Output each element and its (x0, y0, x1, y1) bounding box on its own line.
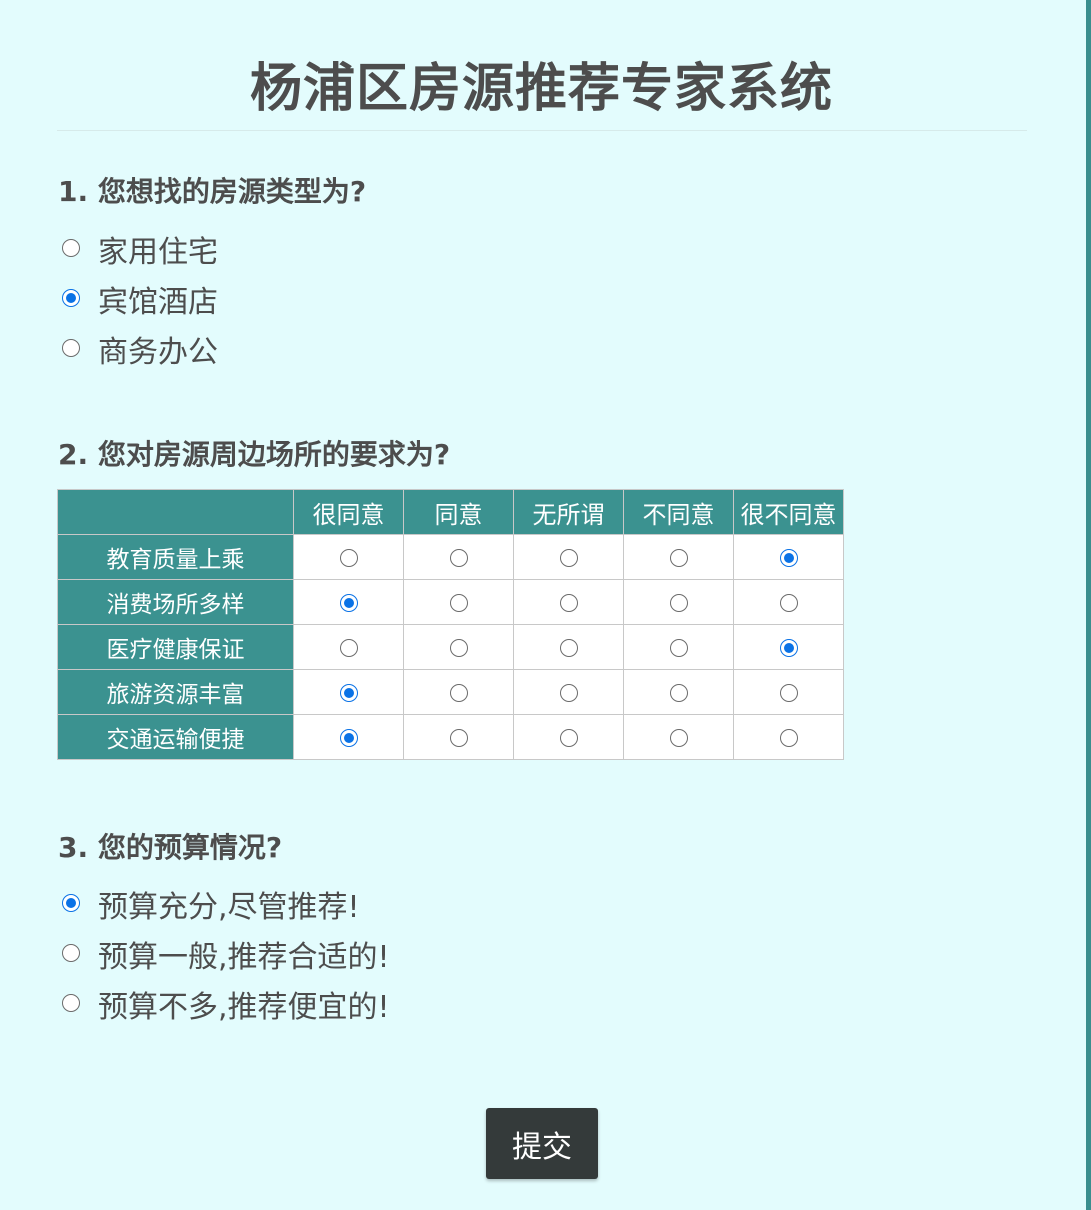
radio-button[interactable] (449, 728, 468, 747)
q1-option-residential[interactable]: 家用住宅 (62, 228, 218, 278)
matrix-cell[interactable] (623, 534, 734, 580)
radio-button[interactable] (449, 548, 468, 567)
matrix-cell[interactable] (733, 714, 844, 760)
matrix-header-row: 很同意 同意 无所谓 不同意 很不同意 (57, 489, 844, 535)
option-label: 家用住宅 (98, 235, 218, 270)
matrix-cell[interactable] (733, 534, 844, 580)
radio-button[interactable] (559, 728, 578, 747)
matrix-row-label: 消费场所多样 (57, 579, 294, 625)
radio-button[interactable] (779, 728, 798, 747)
radio-button[interactable] (62, 894, 80, 912)
radio-button[interactable] (669, 728, 688, 747)
q3-option-budget-moderate[interactable]: 预算一般,推荐合适的! (62, 933, 390, 983)
radio-button[interactable] (779, 593, 798, 612)
preference-matrix: 很同意 同意 无所谓 不同意 很不同意 教育质量上乘 消费场所多样 医疗健康保证 (57, 489, 844, 760)
matrix-column-header: 无所谓 (513, 489, 624, 535)
matrix-cell[interactable] (293, 534, 404, 580)
q1-option-hotel[interactable]: 宾馆酒店 (62, 278, 218, 328)
radio-button[interactable] (779, 638, 798, 657)
option-label: 预算不多,推荐便宜的! (98, 990, 390, 1025)
question-1-options: 家用住宅 宾馆酒店 商务办公 (62, 228, 218, 378)
matrix-cell[interactable] (403, 579, 514, 625)
question-3-title: 3. 您的预算情况? (58, 831, 283, 864)
radio-button[interactable] (559, 593, 578, 612)
radio-button[interactable] (779, 683, 798, 702)
radio-button[interactable] (339, 548, 358, 567)
matrix-row-education: 教育质量上乘 (57, 534, 844, 580)
matrix-row-shopping: 消费场所多样 (57, 579, 844, 625)
radio-button[interactable] (62, 239, 80, 257)
option-label: 预算一般,推荐合适的! (98, 940, 390, 975)
question-3-options: 预算充分,尽管推荐! 预算一般,推荐合适的! 预算不多,推荐便宜的! (62, 883, 390, 1033)
matrix-cell[interactable] (293, 624, 404, 670)
matrix-row-label: 旅游资源丰富 (57, 669, 294, 715)
option-label: 预算充分,尽管推荐! (98, 890, 360, 925)
radio-button[interactable] (779, 548, 798, 567)
radio-button[interactable] (62, 944, 80, 962)
matrix-cell[interactable] (513, 714, 624, 760)
radio-button[interactable] (559, 548, 578, 567)
option-label: 宾馆酒店 (98, 285, 218, 320)
matrix-cell[interactable] (513, 624, 624, 670)
radio-button[interactable] (339, 593, 358, 612)
matrix-cell[interactable] (623, 624, 734, 670)
matrix-cell[interactable] (293, 579, 404, 625)
option-label: 商务办公 (98, 335, 218, 370)
matrix-cell[interactable] (403, 624, 514, 670)
matrix-cell[interactable] (293, 669, 404, 715)
question-2-title: 2. 您对房源周边场所的要求为? (58, 438, 451, 471)
matrix-row-label: 医疗健康保证 (57, 624, 294, 670)
radio-button[interactable] (62, 339, 80, 357)
radio-button[interactable] (339, 728, 358, 747)
radio-button[interactable] (339, 683, 358, 702)
q3-option-budget-low[interactable]: 预算不多,推荐便宜的! (62, 983, 390, 1033)
matrix-row-transport: 交通运输便捷 (57, 714, 844, 760)
radio-button[interactable] (449, 638, 468, 657)
radio-button[interactable] (62, 289, 80, 307)
matrix-row-healthcare: 医疗健康保证 (57, 624, 844, 670)
matrix-cell[interactable] (403, 669, 514, 715)
page-title: 杨浦区房源推荐专家系统 (249, 58, 833, 119)
matrix-cell[interactable] (403, 714, 514, 760)
matrix-cell[interactable] (623, 669, 734, 715)
matrix-cell[interactable] (733, 624, 844, 670)
matrix-column-header: 不同意 (623, 489, 734, 535)
radio-button[interactable] (449, 593, 468, 612)
matrix-cell[interactable] (403, 534, 514, 580)
matrix-cell[interactable] (513, 579, 624, 625)
matrix-cell[interactable] (513, 669, 624, 715)
matrix-column-header: 很不同意 (733, 489, 844, 535)
radio-button[interactable] (669, 548, 688, 567)
matrix-cell[interactable] (733, 579, 844, 625)
matrix-corner-cell (57, 489, 294, 535)
radio-button[interactable] (449, 683, 468, 702)
radio-button[interactable] (669, 638, 688, 657)
q3-option-budget-ample[interactable]: 预算充分,尽管推荐! (62, 883, 390, 933)
radio-button[interactable] (559, 638, 578, 657)
q1-option-office[interactable]: 商务办公 (62, 328, 218, 378)
radio-button[interactable] (669, 593, 688, 612)
matrix-column-header: 同意 (403, 489, 514, 535)
matrix-cell[interactable] (623, 579, 734, 625)
question-1-title: 1. 您想找的房源类型为? (58, 175, 367, 208)
window-right-edge (1086, 0, 1091, 1210)
matrix-row-tourism: 旅游资源丰富 (57, 669, 844, 715)
radio-button[interactable] (559, 683, 578, 702)
radio-button[interactable] (669, 683, 688, 702)
matrix-cell[interactable] (623, 714, 734, 760)
radio-button[interactable] (339, 638, 358, 657)
matrix-cell[interactable] (733, 669, 844, 715)
submit-button[interactable]: 提交 (486, 1108, 598, 1179)
matrix-column-header: 很同意 (293, 489, 404, 535)
matrix-row-label: 教育质量上乘 (57, 534, 294, 580)
matrix-cell[interactable] (293, 714, 404, 760)
title-divider (57, 130, 1027, 131)
radio-button[interactable] (62, 994, 80, 1012)
matrix-row-label: 交通运输便捷 (57, 714, 294, 760)
matrix-cell[interactable] (513, 534, 624, 580)
